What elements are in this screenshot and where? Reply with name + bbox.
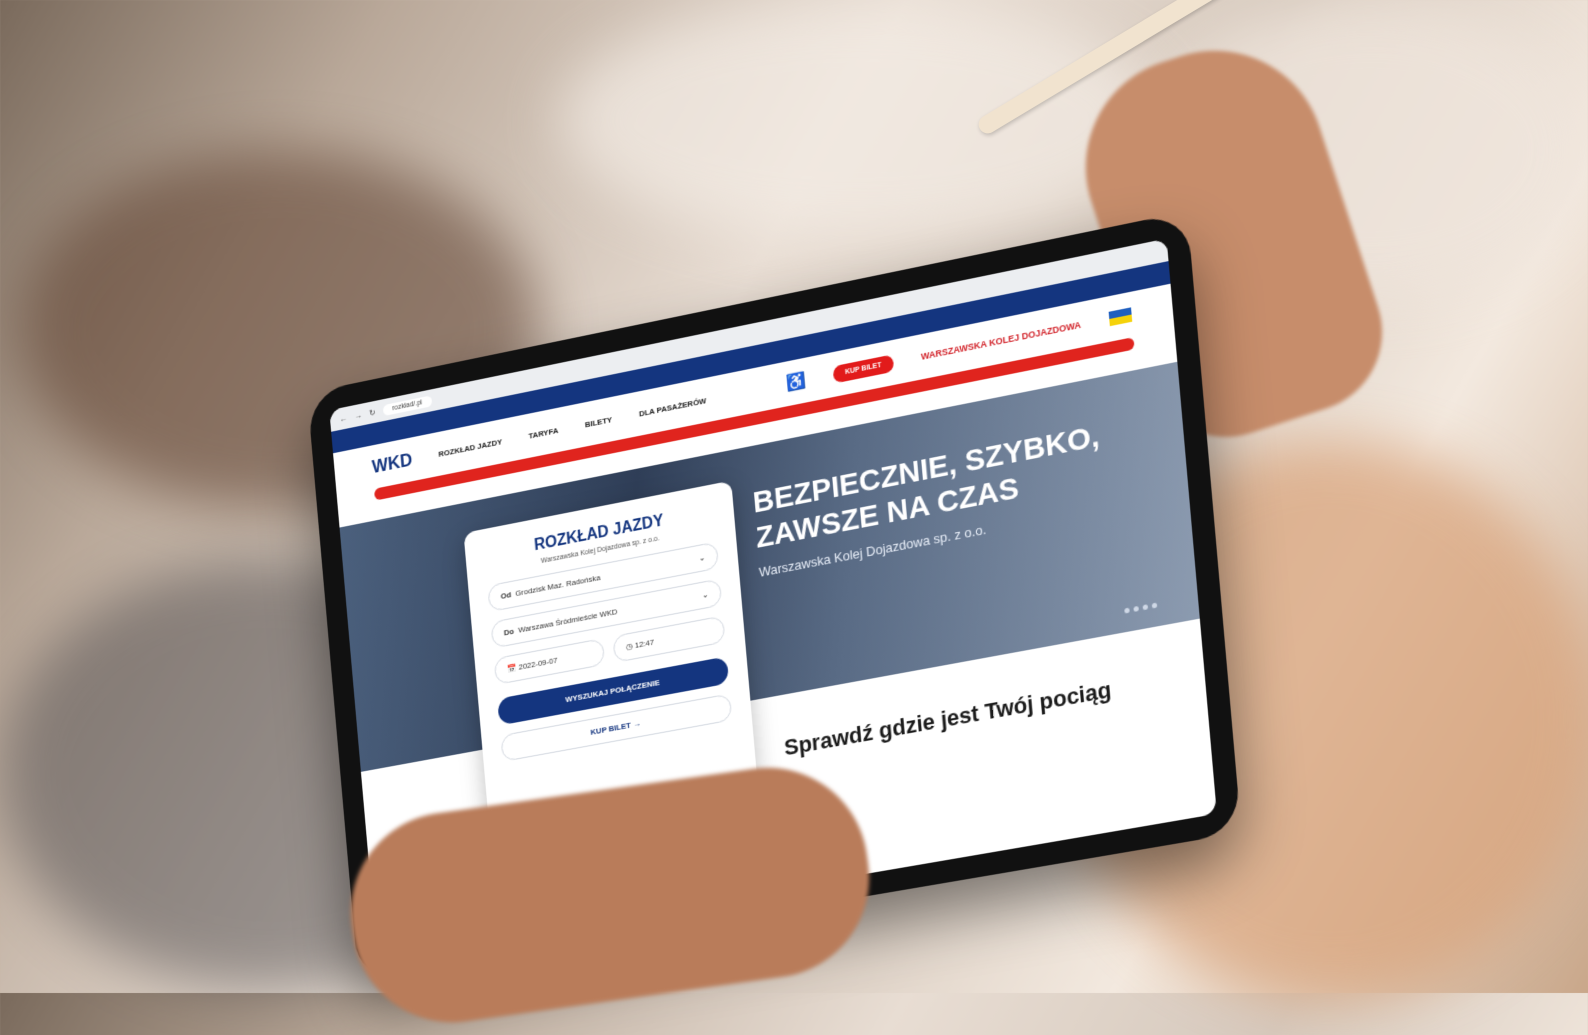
forward-icon[interactable]: → bbox=[354, 410, 362, 420]
to-value: Warszawa Śródmieście WKD bbox=[517, 607, 618, 635]
carousel-dot[interactable] bbox=[1142, 604, 1149, 611]
buy-ticket-card-label: KUP BILET bbox=[590, 720, 632, 737]
nav-item-fares[interactable]: TARYFA bbox=[528, 425, 558, 440]
nav-item-passengers[interactable]: DLA PASAŻERÓW bbox=[639, 396, 707, 419]
ukraine-flag-icon[interactable] bbox=[1108, 307, 1133, 327]
chevron-down-icon: ⌄ bbox=[698, 552, 706, 564]
from-label: Od bbox=[500, 590, 512, 601]
clock-icon: ◷ bbox=[625, 641, 634, 652]
chevron-down-icon: ⌄ bbox=[701, 589, 709, 600]
site-logo[interactable]: WKD bbox=[371, 449, 413, 478]
calendar-icon: 📅 bbox=[506, 663, 517, 674]
carousel-dot[interactable] bbox=[1151, 602, 1158, 609]
to-label: Do bbox=[503, 626, 515, 638]
reload-icon[interactable]: ↻ bbox=[369, 407, 376, 417]
accessibility-icon[interactable]: ♿ bbox=[785, 370, 807, 394]
date-value: 2022-09-07 bbox=[518, 655, 558, 672]
buy-ticket-button[interactable]: KUP BILET bbox=[832, 353, 895, 384]
nav-item-tickets[interactable]: BILETY bbox=[584, 415, 612, 429]
carousel-dot[interactable] bbox=[1124, 607, 1130, 614]
nav-item-timetable[interactable]: ROZKŁAD JAZDY bbox=[438, 437, 502, 459]
time-value: 12:47 bbox=[634, 637, 655, 651]
back-icon[interactable]: ← bbox=[339, 413, 347, 423]
from-value: Grodzisk Maz. Radońska bbox=[514, 572, 601, 599]
carousel-dots[interactable] bbox=[1124, 602, 1158, 614]
section-title: Sprawdź gdzie jest Twój pociąg bbox=[783, 676, 1113, 761]
nav-spacer bbox=[733, 389, 758, 394]
carousel-dot[interactable] bbox=[1133, 605, 1139, 612]
arrow-right-icon: → bbox=[632, 718, 642, 730]
